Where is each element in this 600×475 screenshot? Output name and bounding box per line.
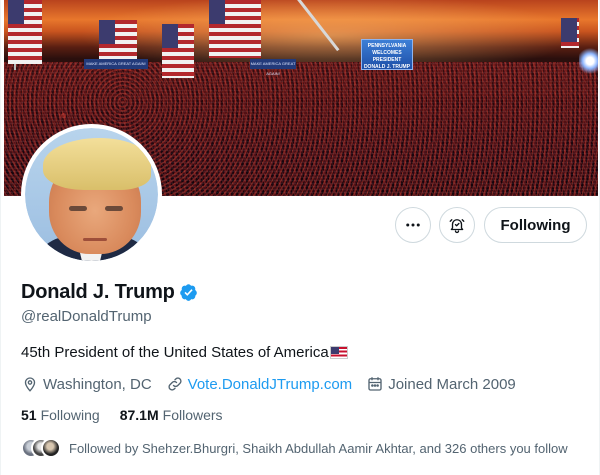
banner-sign: MAKE AMERICA GREAT AGAIN! [84,59,148,69]
us-flag-icon [329,346,348,359]
profile-location: Washington, DC [21,375,152,393]
avatar-eye [105,206,123,211]
profile-name: Donald J. Trump [21,281,175,303]
profile-handle: @realDonaldTrump [21,308,152,325]
stage-light [579,46,598,76]
follow-counts: 51 Following 87.1M Followers [21,407,243,423]
profile-name-row: Donald J. Trump [21,281,198,304]
banner-flag [8,0,42,64]
following-button[interactable]: Following [484,207,587,243]
avatar-hair [43,138,151,190]
followers-label: Followers [162,407,223,423]
profile-joined: Joined March 2009 [366,375,516,393]
profile-page: MAKE AMERICA GREAT AGAIN! MAKE AMERICA G… [0,0,600,475]
followed-by-row[interactable]: Followed by Shehzer.Bhurgri, Shaikh Abdu… [21,438,568,458]
profile-meta: Washington, DC Vote.DonaldJTrump.com Joi… [21,375,530,393]
banner-sign: MAKE AMERICA GREAT AGAIN! [250,59,296,76]
location-text: Washington, DC [43,375,152,393]
banner-screen: PENNSYLVANIA WELCOMES PRESIDENT DONALD J… [361,39,413,70]
notification-bell-icon [449,219,465,234]
avatar-mouth [83,238,107,241]
following-label: Following [40,407,100,423]
followed-by-text: Followed by Shehzer.Bhurgri, Shaikh Abdu… [69,440,568,456]
profile-bio: 45th President of the United States of A… [21,344,348,361]
mutual-follower-avatars [21,438,61,458]
more-horizontal-icon [406,223,420,227]
followers-count: 87.1M [119,407,159,423]
link-icon [168,377,182,391]
followers-count-link[interactable]: 87.1M Followers [120,407,223,423]
banner-flag [561,18,579,48]
website-link[interactable]: Vote.DonaldJTrump.com [188,376,353,393]
banner-flag [162,24,194,78]
camera-boom [294,0,340,52]
more-button[interactable] [395,207,431,243]
notifications-button[interactable] [439,207,475,243]
mutual-avatar [41,438,61,458]
profile-website[interactable]: Vote.DonaldJTrump.com [166,375,353,393]
profile-avatar[interactable] [21,124,162,265]
verified-badge-icon[interactable] [179,283,198,302]
following-count: 51 [21,407,37,423]
calendar-icon [368,377,382,391]
banner-flag [209,0,261,58]
bio-text: 45th President of the United States of A… [21,344,329,361]
location-pin-icon [24,377,36,392]
banner-flag [99,20,137,62]
following-count-link[interactable]: 51 Following [21,407,100,423]
avatar-photo [25,128,158,261]
joined-text: Joined March 2009 [388,375,516,393]
avatar-eye [69,206,87,211]
